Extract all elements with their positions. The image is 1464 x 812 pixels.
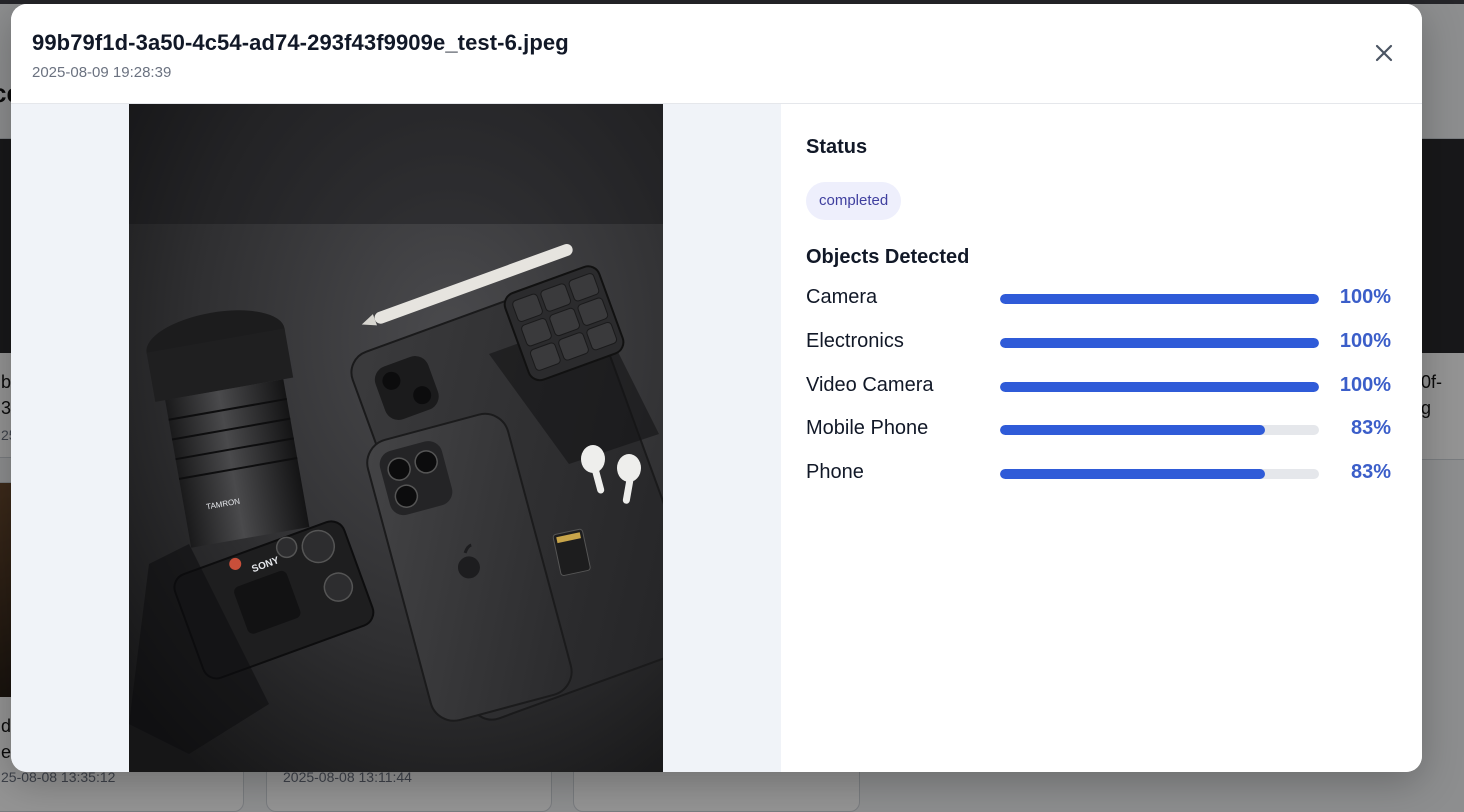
confidence-percent: 83% [1350, 461, 1391, 483]
detected-object-label: Video Camera [806, 373, 934, 396]
modal-title: 99b79f1d-3a50-4c54-ad74-293f43f9909e_tes… [32, 30, 569, 55]
detected-object-row: Mobile Phone 83% [806, 415, 1391, 445]
detected-object-row: Camera 100% [806, 284, 1391, 314]
confidence-bar-track [1000, 425, 1319, 436]
uploaded-photo: TAMRON SONY [129, 104, 663, 772]
background-card-name: g [1421, 398, 1432, 418]
background-card-name: 3 [1, 398, 12, 418]
detected-object-row: Electronics 100% [806, 328, 1391, 358]
confidence-percent: 100% [1339, 329, 1391, 352]
background-card-name: d [1, 716, 12, 736]
confidence-bar-fill [1000, 337, 1319, 348]
confidence-percent: 100% [1339, 286, 1391, 308]
confidence-bar-track [1000, 294, 1319, 304]
detected-object-label: Phone [806, 461, 864, 483]
confidence-bar-track [1000, 337, 1319, 348]
close-icon [1375, 44, 1393, 62]
details-panel: Status completed Objects Detected Camera… [781, 104, 1422, 772]
detected-object-label: Mobile Phone [806, 417, 929, 440]
confidence-bar-track [1000, 381, 1319, 392]
confidence-percent: 100% [1339, 373, 1391, 396]
objects-heading: Objects Detected [806, 246, 970, 268]
detected-object-row: Video Camera 100% [806, 372, 1391, 402]
background-card-name: 0f- [1421, 372, 1443, 392]
image-detail-modal: 99b79f1d-3a50-4c54-ad74-293f43f9909e_tes… [11, 4, 1422, 772]
detected-object-label: Camera [806, 286, 878, 308]
background-card-name: e [1, 742, 12, 762]
image-preview-pane: TAMRON SONY [11, 104, 781, 772]
detected-object-row: Phone 83% [806, 459, 1391, 489]
photo-illustration: TAMRON SONY [129, 104, 663, 772]
modal-timestamp: 2025-08-09 19:28:39 [32, 64, 172, 81]
close-button[interactable] [1368, 37, 1400, 69]
modal-header: 99b79f1d-3a50-4c54-ad74-293f43f9909e_tes… [11, 4, 1422, 104]
status-badge: completed [806, 182, 902, 220]
confidence-bar-fill [1000, 381, 1319, 392]
background-card-name: b [1, 372, 12, 392]
confidence-bar-fill [1000, 469, 1265, 479]
confidence-percent: 83% [1350, 417, 1391, 440]
confidence-bar-fill [1000, 294, 1319, 304]
confidence-bar-fill [1000, 425, 1265, 436]
status-heading: Status [806, 136, 868, 158]
detected-object-label: Electronics [806, 329, 904, 352]
confidence-bar-track [1000, 469, 1319, 479]
